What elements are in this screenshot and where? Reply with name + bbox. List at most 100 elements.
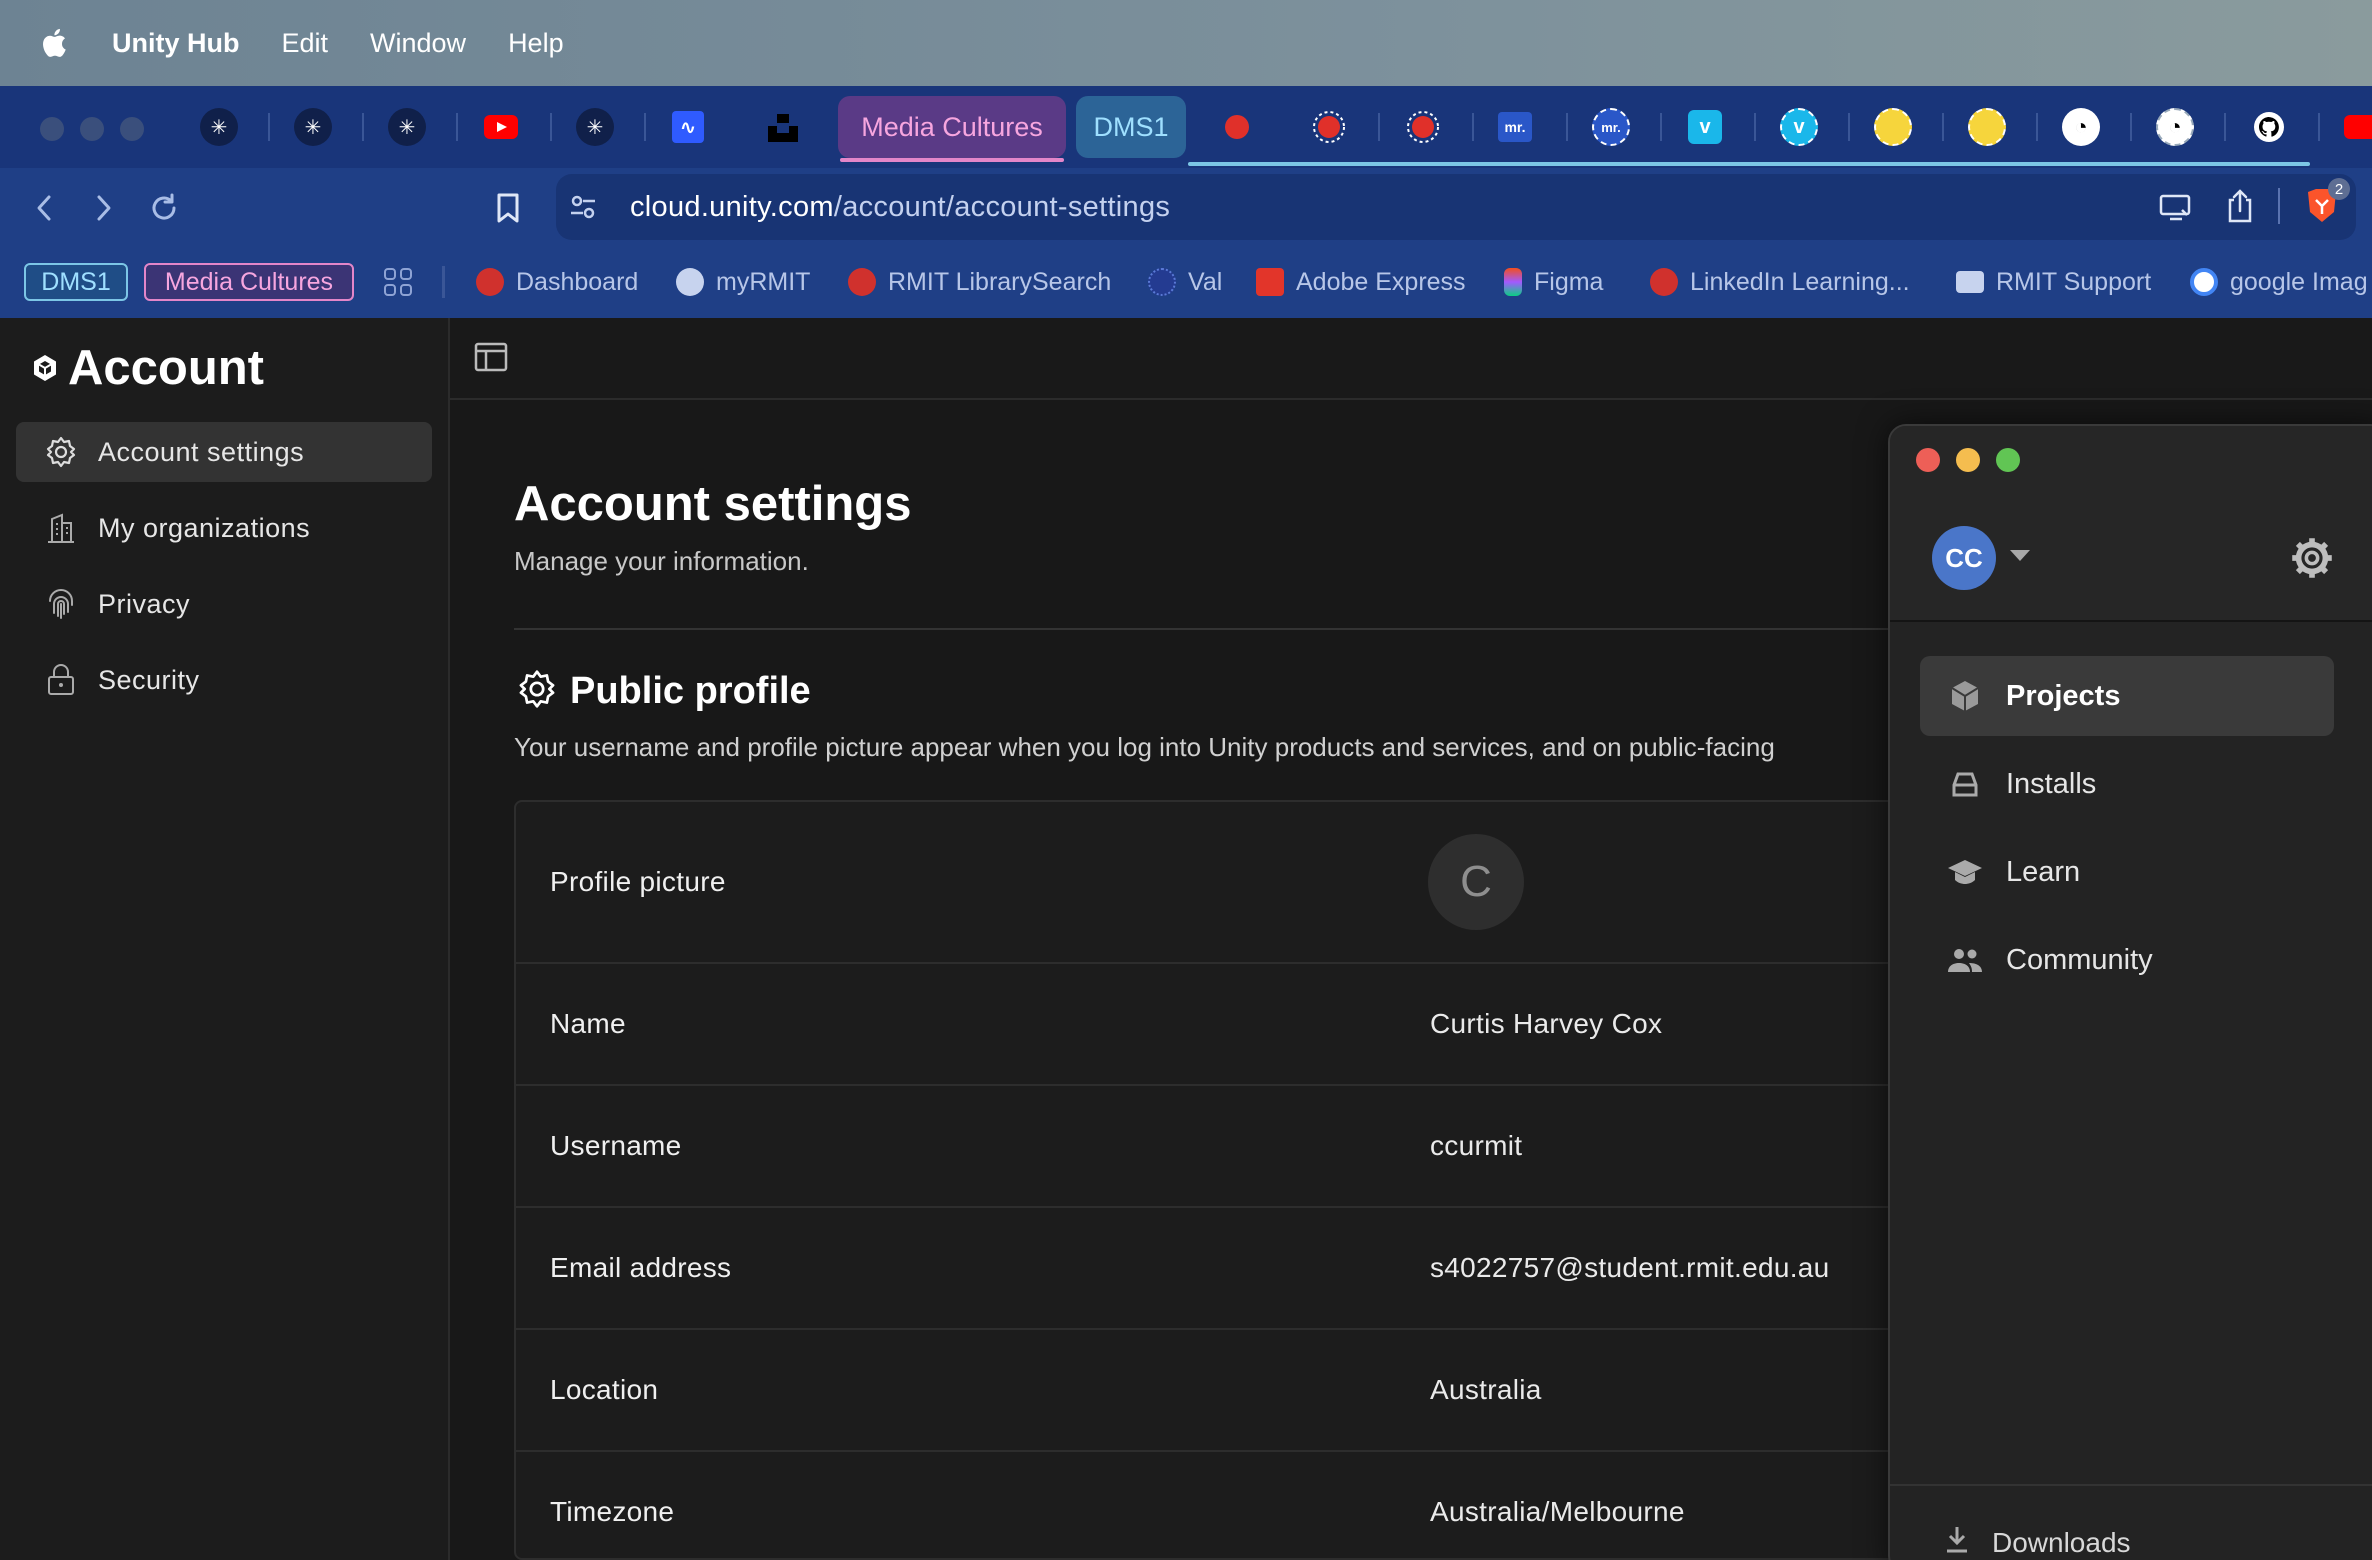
sidebar-toggle-icon[interactable] bbox=[474, 342, 508, 377]
sidebar-item-my-organizations[interactable]: My organizations bbox=[16, 498, 432, 558]
drive-icon bbox=[1944, 763, 1986, 805]
tab-group-dms1[interactable]: DMS1 bbox=[1076, 96, 1186, 158]
tab-separator bbox=[2224, 113, 2226, 141]
tab-groups-grid-icon[interactable] bbox=[382, 246, 414, 318]
tab-favicon-rmit-icon[interactable] bbox=[1404, 108, 1442, 146]
hub-item-community[interactable]: Community bbox=[1920, 920, 2334, 1000]
macos-menu-bar: Unity Hub Edit Window Help bbox=[0, 0, 2372, 86]
avatar[interactable]: C bbox=[1428, 834, 1524, 930]
menu-edit[interactable]: Edit bbox=[282, 28, 329, 59]
bookmark-label: Val bbox=[1188, 267, 1223, 296]
apple-logo-icon[interactable] bbox=[36, 23, 70, 63]
bookmark-rmit-librarysearch[interactable]: RMIT LibrarySearch bbox=[848, 246, 1111, 318]
profile-label: Location bbox=[550, 1374, 659, 1405]
cast-icon[interactable] bbox=[2158, 192, 2194, 227]
tab-favicon-lemon-icon[interactable] bbox=[1874, 108, 1912, 146]
gear-icon[interactable] bbox=[2288, 534, 2336, 582]
tab-favicon-audio-icon[interactable]: ∿ bbox=[672, 111, 704, 143]
tab-separator bbox=[1378, 113, 1380, 141]
tab-separator bbox=[644, 113, 646, 141]
section-description: Your username and profile picture appear… bbox=[514, 732, 1775, 762]
tab-favicon-unsplash-icon[interactable] bbox=[764, 108, 802, 146]
hub-item-label: Installs bbox=[2006, 767, 2097, 800]
bookmark-val[interactable]: Val bbox=[1148, 246, 1222, 318]
tab-favicon-vimeo-icon[interactable]: v bbox=[1688, 110, 1722, 144]
profile-row-picture[interactable]: Profile picture C bbox=[516, 802, 1912, 964]
bookmark-label: Figma bbox=[1534, 267, 1604, 296]
profile-row-location[interactable]: Location Australia bbox=[516, 1330, 1912, 1452]
tab-favicon-perplexity-icon[interactable]: ✳ bbox=[200, 108, 238, 146]
tab-favicon-lemon-icon[interactable] bbox=[1968, 108, 2006, 146]
tab-favicon-rmit-icon[interactable] bbox=[1310, 108, 1348, 146]
hub-close-button[interactable] bbox=[1916, 448, 1940, 472]
avatar-letter: C bbox=[1460, 857, 1492, 906]
bookmark-figma[interactable]: Figma bbox=[1504, 246, 1603, 318]
hub-avatar-initials: CC bbox=[1945, 542, 1983, 573]
hub-downloads[interactable]: Downloads bbox=[1944, 1524, 2131, 1560]
menu-app-name[interactable]: Unity Hub bbox=[112, 28, 240, 59]
bookmark-linkedin-learning[interactable]: LinkedIn Learning... bbox=[1650, 246, 1910, 318]
profile-row-timezone[interactable]: Timezone Australia/Melbourne bbox=[516, 1452, 1912, 1558]
tab-favicon-github-icon[interactable] bbox=[2250, 108, 2288, 146]
window-zoom-button[interactable] bbox=[120, 117, 144, 141]
sidebar-brand[interactable]: Account bbox=[30, 340, 264, 396]
bookmark-icon[interactable] bbox=[488, 188, 528, 228]
bookmark-google-images[interactable]: google Imag bbox=[2190, 246, 2368, 318]
address-bar[interactable]: cloud.unity.com/account/account-settings… bbox=[556, 174, 2356, 240]
tab-favicon-mr-icon[interactable]: mr. bbox=[1592, 108, 1630, 146]
tab-separator bbox=[1472, 113, 1474, 141]
chevron-down-icon[interactable] bbox=[2010, 550, 2030, 561]
bookmark-adobe-express[interactable]: Adobe Express bbox=[1256, 246, 1466, 318]
cube-icon bbox=[1944, 675, 1986, 717]
page-subtitle: Manage your information. bbox=[514, 546, 809, 576]
tab-strip: ✳ ✳ ✳ ✳ ∿ Media Cultures DMS1 mr. mr. v … bbox=[0, 86, 2372, 168]
hub-avatar[interactable]: CC bbox=[1932, 526, 1996, 590]
browser-chrome: ✳ ✳ ✳ ✳ ∿ Media Cultures DMS1 mr. mr. v … bbox=[0, 86, 2372, 318]
sidebar-item-label: Security bbox=[98, 664, 200, 695]
tab-favicon-perplexity-icon[interactable]: ✳ bbox=[576, 108, 614, 146]
url-path: /account/account-settings bbox=[833, 190, 1171, 223]
bookmark-myrmit[interactable]: myRMIT bbox=[676, 246, 810, 318]
tab-favicon-mr-icon[interactable]: mr. bbox=[1498, 112, 1532, 142]
tab-favicon-vimeo-icon[interactable]: v bbox=[1780, 108, 1818, 146]
profile-row-name[interactable]: Name Curtis Harvey Cox bbox=[516, 964, 1912, 1086]
tab-favicon-chatgpt-icon[interactable]: ◔ bbox=[2062, 108, 2100, 146]
tab-favicon-youtube-icon[interactable] bbox=[482, 108, 520, 146]
profile-label: Username bbox=[550, 1130, 682, 1161]
tab-favicon-chatgpt-icon[interactable]: ◔ bbox=[2156, 108, 2194, 146]
bookmark-group-media-cultures[interactable]: Media Cultures bbox=[144, 263, 354, 301]
site-settings-icon[interactable] bbox=[568, 192, 598, 227]
download-icon bbox=[1944, 1524, 1970, 1560]
forward-button[interactable] bbox=[84, 188, 124, 228]
share-icon[interactable] bbox=[2226, 188, 2254, 229]
tab-favicon-perplexity-icon[interactable]: ✳ bbox=[294, 108, 332, 146]
sidebar-item-account-settings[interactable]: Account settings bbox=[16, 422, 432, 482]
sidebar-item-privacy[interactable]: Privacy bbox=[16, 574, 432, 634]
bookmark-rmit-support[interactable]: RMIT Support bbox=[1956, 246, 2151, 318]
tab-favicon-rmit-icon[interactable] bbox=[1218, 108, 1256, 146]
bookmark-group-dms1[interactable]: DMS1 bbox=[24, 263, 128, 301]
url-text[interactable]: cloud.unity.com/account/account-settings bbox=[630, 191, 1170, 224]
window-close-button[interactable] bbox=[40, 117, 64, 141]
hub-item-installs[interactable]: Installs bbox=[1920, 744, 2334, 824]
profile-value: ccurmit bbox=[1430, 1130, 1523, 1161]
sidebar-item-security[interactable]: Security bbox=[16, 650, 432, 710]
window-minimize-button[interactable] bbox=[80, 117, 104, 141]
hub-minimize-button[interactable] bbox=[1956, 448, 1980, 472]
section-divider bbox=[514, 628, 1894, 630]
profile-row-email[interactable]: Email address s4022757@student.rmit.edu.… bbox=[516, 1208, 1912, 1330]
tab-separator bbox=[2130, 113, 2132, 141]
menu-window[interactable]: Window bbox=[370, 28, 466, 59]
bookmark-dashboard[interactable]: Dashboard bbox=[476, 246, 638, 318]
hub-item-projects[interactable]: Projects bbox=[1920, 656, 2334, 736]
tab-group-media-cultures[interactable]: Media Cultures bbox=[838, 96, 1066, 158]
profile-row-username[interactable]: Username ccurmit bbox=[516, 1086, 1912, 1208]
menu-help[interactable]: Help bbox=[508, 28, 564, 59]
tab-favicon-perplexity-icon[interactable]: ✳ bbox=[388, 108, 426, 146]
tab-favicon-youtube-icon[interactable] bbox=[2342, 108, 2372, 146]
hub-item-learn[interactable]: Learn bbox=[1920, 832, 2334, 912]
tab-separator bbox=[550, 113, 552, 141]
hub-zoom-button[interactable] bbox=[1996, 448, 2020, 472]
reload-button[interactable] bbox=[144, 188, 184, 228]
back-button[interactable] bbox=[24, 188, 64, 228]
